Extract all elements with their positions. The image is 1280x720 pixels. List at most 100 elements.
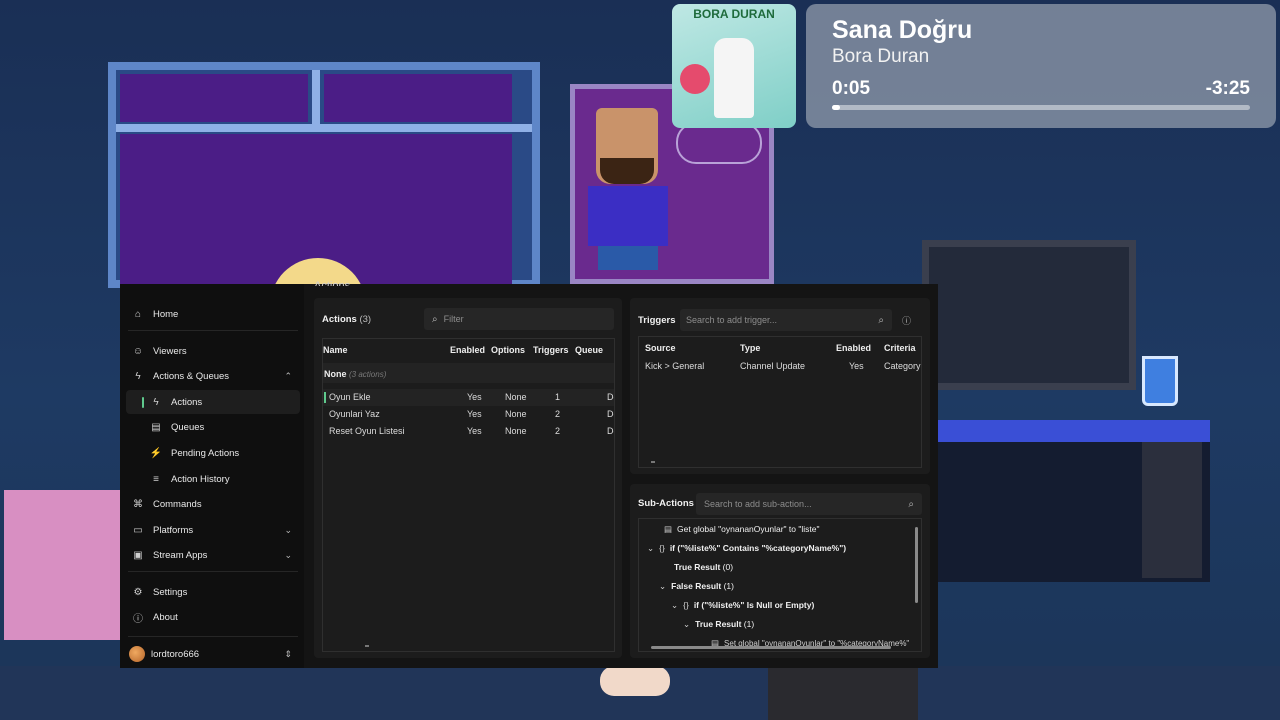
action-queue: De <box>607 409 614 419</box>
action-name[interactable]: Reset Oyun Listesi <box>329 426 405 436</box>
column-header-triggers[interactable]: Triggers <box>533 345 569 355</box>
sidebar: ⌂ Home ☺ Viewers ϟ Actions & Queues ⌃ ϟ … <box>120 284 304 668</box>
now-playing-card: Sana Doğru Bora Duran 0:05 -3:25 <box>806 4 1276 128</box>
actions-count: (3) <box>359 314 372 325</box>
action-name[interactable]: Oyun Ekle <box>329 392 371 402</box>
window-bar <box>312 70 320 126</box>
column-header-name[interactable]: Name <box>323 345 348 355</box>
column-header-source[interactable]: Source <box>645 343 676 353</box>
column-header-queue[interactable]: Queue <box>575 345 603 355</box>
group-name: None <box>324 369 347 379</box>
horizontal-scrollbar[interactable] <box>651 646 891 649</box>
pixel-character-beard <box>600 158 654 184</box>
sidebar-item-actions-queues[interactable]: ϟ Actions & Queues ⌃ <box>126 364 300 388</box>
column-header-type[interactable]: Type <box>740 343 760 353</box>
column-header-criteria[interactable]: Criteria <box>884 343 916 353</box>
false-result-node[interactable]: ⌄ False Result (1) <box>659 581 734 592</box>
scrollbar-thumb[interactable] <box>365 645 369 647</box>
sidebar-item-label: Commands <box>153 498 202 510</box>
chevron-down-icon[interactable]: ⌄ <box>647 543 654 554</box>
sidebar-item-platforms[interactable]: ▭ Platforms ⌄ <box>126 518 300 542</box>
sidebar-item-queues[interactable]: ▤ Queues <box>126 415 300 439</box>
sidebar-item-settings[interactable]: ⚙ Settings <box>126 580 300 604</box>
sidebar-item-label: Stream Apps <box>153 549 208 561</box>
subaction-text: if ("%liste%" Contains "%categoryName%") <box>669 543 847 553</box>
trigger-search-placeholder: Search to add trigger... <box>686 315 778 325</box>
column-header-enabled[interactable]: Enabled <box>450 345 485 355</box>
true-result-node[interactable]: True Result (0) <box>674 562 733 572</box>
album-art-title: BORA DURAN <box>693 7 775 21</box>
background-desk <box>938 420 1210 442</box>
subactions-panel: Sub-Actions Search to add sub-action... … <box>630 484 930 658</box>
trigger-type: Channel Update <box>740 361 806 371</box>
pixel-character-shirt <box>588 186 668 246</box>
divider <box>128 571 298 572</box>
search-icon: ⌕ <box>908 498 914 510</box>
history-icon: ≡ <box>153 473 159 485</box>
sidebar-item-label: Viewers <box>153 345 187 357</box>
progress-bar[interactable] <box>832 105 1250 110</box>
sidebar-item-label: Action History <box>171 473 230 485</box>
nested-true-result-node[interactable]: ⌄ True Result (1) <box>683 619 754 630</box>
background-chair <box>768 668 918 720</box>
sidebar-item-home[interactable]: ⌂ Home <box>126 302 300 326</box>
sidebar-item-pending-actions[interactable]: ⚡ Pending Actions <box>126 441 300 465</box>
info-icon[interactable]: ⓘ <box>902 314 911 327</box>
user-menu[interactable]: lordtoro666 ⇕ <box>126 642 300 666</box>
logic-icon: {} <box>659 543 665 553</box>
subaction-if-contains[interactable]: ⌄ {} if ("%liste%" Contains "%categoryName… <box>647 543 846 554</box>
chevron-down-icon: ⌄ <box>284 524 292 535</box>
song-title: Sana Doğru <box>832 16 973 44</box>
trigger-search-input[interactable]: Search to add trigger... ⌕ <box>680 309 892 331</box>
users-icon: ☺ <box>132 345 144 357</box>
window-pane <box>324 74 512 122</box>
vertical-scrollbar[interactable] <box>915 527 918 603</box>
column-header-options[interactable]: Options <box>491 345 525 355</box>
background-pc-tower <box>1142 442 1202 578</box>
sidebar-item-viewers[interactable]: ☺ Viewers <box>126 339 300 363</box>
node-label: True Result <box>695 619 742 629</box>
apps-icon: ▣ <box>133 549 143 561</box>
subaction-text: if ("%liste%" Is Null or Empty) <box>693 600 815 610</box>
actions-filter-input[interactable]: ⌕ Filter <box>424 308 614 330</box>
chevron-down-icon[interactable]: ⌄ <box>671 600 678 611</box>
actions-title-text: Actions <box>322 314 357 325</box>
triggers-table: Source Type Enabled Criteria Kick > Gene… <box>638 336 922 468</box>
pending-icon: ⚡ <box>149 447 163 459</box>
scrollbar-thumb[interactable] <box>651 461 655 463</box>
window-bar <box>116 124 532 132</box>
album-art-figure <box>714 38 754 118</box>
sidebar-item-about[interactable]: ⓘ About <box>126 605 300 629</box>
sidebar-item-label: Settings <box>153 586 188 598</box>
sidebar-item-label: Home <box>153 308 179 320</box>
trigger-source[interactable]: Kick > General <box>645 361 704 371</box>
action-enabled: Yes <box>467 409 482 419</box>
subaction-text: Get global "oynananOyunlar" to "liste" <box>677 524 820 534</box>
username: lordtoro666 <box>151 648 200 660</box>
subaction-search-input[interactable]: Search to add sub-action... ⌕ <box>696 493 922 515</box>
variable-icon: ▤ <box>664 524 673 534</box>
column-header-enabled[interactable]: Enabled <box>836 343 871 353</box>
sidebar-item-commands[interactable]: ⌘ Commands <box>126 492 300 516</box>
action-enabled: Yes <box>467 426 482 436</box>
action-options: None <box>505 392 527 402</box>
trigger-criteria: Category <box>884 361 921 371</box>
group-label: None (3 actions) <box>324 369 386 379</box>
speech-bubble <box>676 122 762 164</box>
group-row[interactable]: None (3 actions) <box>323 363 614 383</box>
song-artist: Bora Duran <box>832 46 930 67</box>
chevron-down-icon[interactable]: ⌄ <box>683 619 690 630</box>
elapsed-time: 0:05 <box>832 78 871 99</box>
queue-icon: ▤ <box>151 421 161 433</box>
sidebar-item-stream-apps[interactable]: ▣ Stream Apps ⌄ <box>126 543 300 567</box>
sidebar-item-actions[interactable]: ϟ Actions <box>126 390 300 414</box>
sidebar-item-action-history[interactable]: ≡ Action History <box>126 467 300 491</box>
subaction-get-global[interactable]: ▤ Get global "oynananOyunlar" to "liste" <box>664 524 820 535</box>
home-icon: ⌂ <box>134 308 142 320</box>
subaction-if-null[interactable]: ⌄ {} if ("%liste%" Is Null or Empty) <box>671 600 814 611</box>
node-count: (1) <box>743 619 755 629</box>
action-name[interactable]: Oyunlari Yaz <box>329 409 380 419</box>
chevron-down-icon[interactable]: ⌄ <box>659 581 666 592</box>
avatar <box>129 646 145 662</box>
actions-title: Actions (3) <box>322 314 371 325</box>
